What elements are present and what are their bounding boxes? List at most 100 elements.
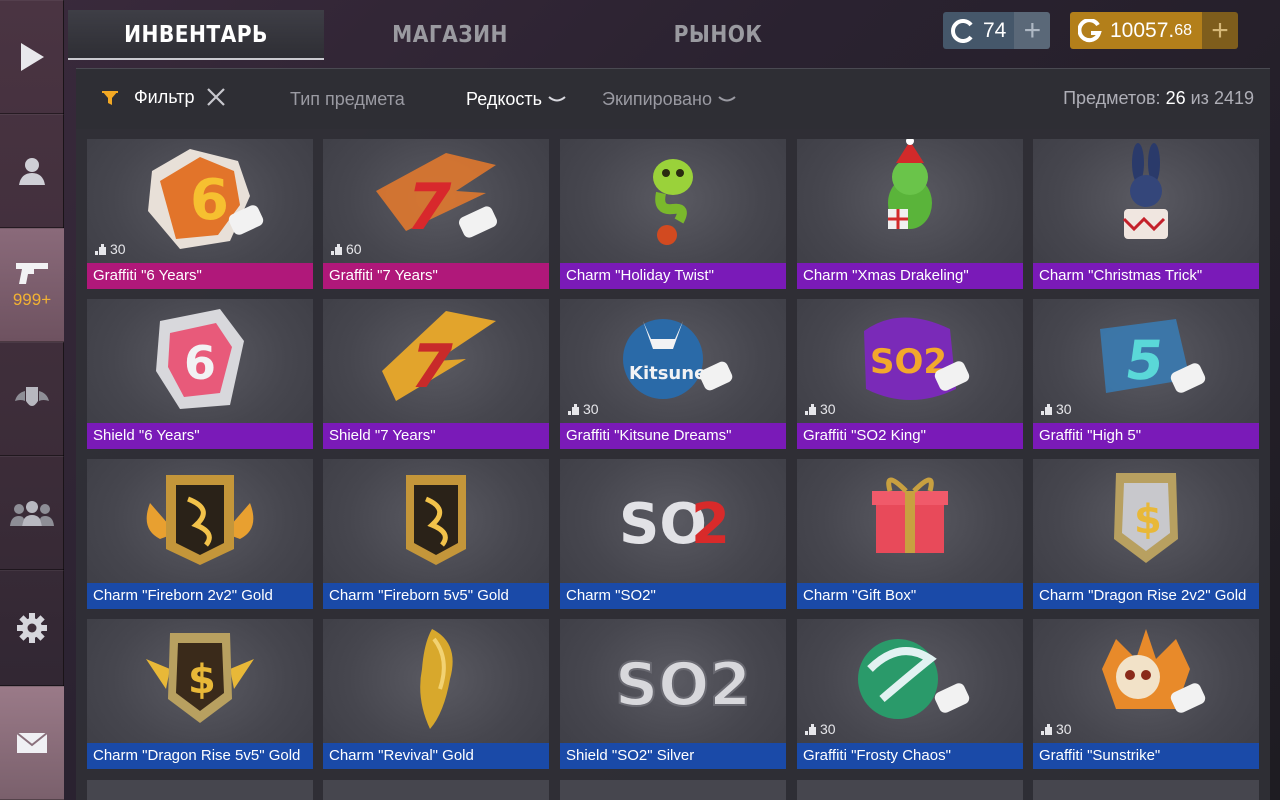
item-image: 7: [382, 311, 496, 402]
gold-currency: 10057. 68 +: [1070, 12, 1239, 49]
item-card[interactable]: Charm "Fireborn 2v2" Gold: [87, 459, 313, 609]
item-card[interactable]: $ Charm "Dragon Rise 5v5" Gold: [87, 619, 313, 769]
rarity-filter[interactable]: Редкость: [466, 89, 566, 110]
item-image: $: [146, 633, 254, 723]
item-card[interactable]: 7 Shield "7 Years": [323, 299, 549, 449]
tab-shop[interactable]: МАГАЗИН: [337, 10, 562, 60]
item-card[interactable]: 30 Graffiti "Frosty Chaos": [797, 619, 1023, 769]
svg-text:2: 2: [691, 492, 730, 557]
svg-text:$: $: [188, 657, 216, 703]
item-image: [872, 477, 948, 553]
item-card[interactable]: SO 2 Charm "SO2": [560, 459, 786, 609]
sidebar: 999+: [0, 0, 64, 800]
item-name: Graffiti "Sunstrike": [1033, 743, 1259, 769]
item-card[interactable]: SO2 30 Graffiti "SO2 King": [797, 299, 1023, 449]
item-name: Graffiti "High 5": [1033, 423, 1259, 449]
uses-value: 30: [1056, 721, 1072, 737]
item-card[interactable]: $ Charm "Dragon Rise 2v2" Gold: [1033, 459, 1259, 609]
next-row-card[interactable]: [560, 780, 786, 800]
item-image: [406, 475, 466, 565]
chevron-down-icon: [718, 95, 736, 101]
item-card[interactable]: 30 Graffiti "Sunstrike": [1033, 619, 1259, 769]
item-image: [420, 629, 453, 729]
equipped-filter[interactable]: Экипировано: [602, 89, 736, 110]
next-row-card[interactable]: [797, 780, 1023, 800]
item-name: Shield "6 Years": [87, 423, 313, 449]
item-name: Charm "Revival" Gold: [323, 743, 549, 769]
gear-icon: [17, 613, 47, 643]
item-image: [888, 139, 932, 229]
uses-value: 30: [1056, 401, 1072, 417]
count-current: 26: [1165, 88, 1186, 108]
add-gold-button[interactable]: +: [1202, 12, 1239, 49]
uses-count: 30: [805, 401, 836, 417]
silver-coin-icon: [951, 18, 973, 43]
uses-value: 60: [346, 241, 362, 257]
item-name: Graffiti "Frosty Chaos": [797, 743, 1023, 769]
count-sep: из: [1190, 88, 1209, 108]
item-name: Graffiti "Kitsune Dreams": [560, 423, 786, 449]
silver-currency: 74 +: [943, 12, 1051, 49]
spray-can-icon: [331, 244, 342, 255]
uses-count: 30: [805, 721, 836, 737]
item-name: Charm "SO2": [560, 583, 786, 609]
wings-shield-icon: [15, 387, 49, 406]
item-name: Charm "Dragon Rise 2v2" Gold: [1033, 583, 1259, 609]
gold-coin-icon: [1078, 18, 1102, 42]
count-total: 2419: [1213, 88, 1254, 108]
funnel-icon: [102, 90, 118, 105]
sidebar-item-settings[interactable]: [0, 570, 64, 686]
sidebar-item-clan[interactable]: [0, 456, 64, 570]
item-card[interactable]: 7 60 Graffiti "7 Years": [323, 139, 549, 289]
item-name: Graffiti "6 Years": [87, 263, 313, 289]
uses-value: 30: [820, 721, 836, 737]
item-image: SO2: [614, 649, 752, 721]
item-card[interactable]: SO2 Shield "SO2" Silver: [560, 619, 786, 769]
item-name: Graffiti "7 Years": [323, 263, 549, 289]
uses-count: 30: [95, 241, 126, 257]
item-card[interactable]: Charm "Christmas Trick": [1033, 139, 1259, 289]
play-icon: [21, 43, 44, 71]
item-card[interactable]: Charm "Holiday Twist": [560, 139, 786, 289]
clear-filter-icon[interactable]: [206, 87, 226, 107]
item-type-label: Тип предмета: [290, 89, 405, 109]
equipped-label: Экипировано: [602, 89, 713, 109]
filter-button[interactable]: Фильтр: [100, 87, 194, 108]
sidebar-item-ranks[interactable]: [0, 342, 64, 456]
sidebar-item-profile[interactable]: [0, 114, 64, 228]
rarity-label: Редкость: [466, 89, 543, 109]
svg-text:SO2: SO2: [615, 650, 751, 720]
tab-market[interactable]: РЫНОК: [605, 10, 830, 60]
item-card[interactable]: Charm "Gift Box": [797, 459, 1023, 609]
sidebar-item-mail[interactable]: [0, 686, 64, 800]
svg-text:6: 6: [190, 168, 229, 233]
item-name: Shield "7 Years": [323, 423, 549, 449]
item-card[interactable]: Charm "Fireborn 5v5" Gold: [323, 459, 549, 609]
item-type-filter[interactable]: Тип предмета: [290, 89, 405, 110]
item-image: [653, 159, 693, 245]
add-silver-button[interactable]: +: [1014, 12, 1051, 49]
item-card[interactable]: 5 30 Graffiti "High 5": [1033, 299, 1259, 449]
uses-value: 30: [110, 241, 126, 257]
tab-inventory[interactable]: ИНВЕНТАРЬ: [83, 10, 308, 60]
next-row-card[interactable]: [1033, 780, 1259, 800]
mail-icon: [16, 732, 48, 753]
item-card[interactable]: 6 30 Graffiti "6 Years": [87, 139, 313, 289]
sidebar-item-play[interactable]: [0, 0, 64, 114]
item-card[interactable]: 6 Shield "6 Years": [87, 299, 313, 449]
item-card[interactable]: Charm "Xmas Drakeling": [797, 139, 1023, 289]
item-card[interactable]: Kitsune 30 Graffiti "Kitsune Dreams": [560, 299, 786, 449]
item-image: $: [1114, 473, 1178, 563]
svg-text:Kitsune: Kitsune: [629, 363, 706, 384]
next-row-card[interactable]: [323, 780, 549, 800]
silver-amount: 74: [983, 18, 1007, 42]
spray-can-icon: [1041, 404, 1052, 415]
next-row-card[interactable]: [87, 780, 313, 800]
item-card[interactable]: Charm "Revival" Gold: [323, 619, 549, 769]
sidebar-item-inventory[interactable]: 999+: [0, 228, 64, 342]
count-label: Предметов:: [1063, 88, 1161, 108]
item-name: Graffiti "SO2 King": [797, 423, 1023, 449]
spray-can-icon: [805, 724, 816, 735]
svg-text:$: $: [1134, 497, 1162, 543]
item-image: 6: [156, 309, 244, 409]
